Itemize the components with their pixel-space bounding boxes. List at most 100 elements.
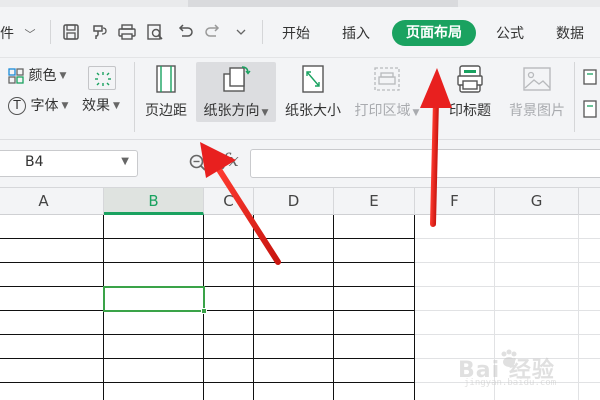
grid-cell[interactable] bbox=[104, 311, 204, 335]
grid-cell[interactable] bbox=[254, 239, 334, 263]
grid-cell[interactable] bbox=[334, 335, 415, 359]
column-header-e[interactable]: E bbox=[334, 188, 415, 215]
grid-cell[interactable] bbox=[0, 239, 104, 263]
margins-button[interactable]: 页边距 bbox=[140, 62, 192, 122]
column-header-a[interactable]: A bbox=[0, 188, 104, 215]
grid-cell[interactable] bbox=[334, 215, 415, 239]
grid-cell[interactable] bbox=[0, 311, 104, 335]
document-tab[interactable] bbox=[188, 0, 458, 7]
grid-cell[interactable] bbox=[254, 311, 334, 335]
window-tab-strip bbox=[0, 0, 600, 7]
grid-cell[interactable] bbox=[579, 263, 600, 287]
grid-cell[interactable] bbox=[495, 311, 579, 335]
grid-cell[interactable] bbox=[204, 215, 254, 239]
grid-cell[interactable] bbox=[415, 239, 495, 263]
print-preview-icon[interactable] bbox=[144, 22, 166, 42]
grid-cell[interactable] bbox=[334, 359, 415, 383]
grid-cell[interactable] bbox=[0, 215, 104, 239]
grid-cell[interactable] bbox=[254, 263, 334, 287]
tab-start[interactable]: 开始 bbox=[282, 24, 310, 44]
grid-cell[interactable] bbox=[204, 335, 254, 359]
column-header-c[interactable]: C bbox=[204, 188, 254, 215]
print-area-button[interactable]: 打印区域 ▼ bbox=[350, 62, 424, 122]
grid-cell[interactable] bbox=[579, 287, 600, 311]
grid-cell[interactable] bbox=[254, 287, 334, 311]
grid-cell[interactable] bbox=[104, 335, 204, 359]
grid-cell[interactable] bbox=[415, 263, 495, 287]
formula-input[interactable] bbox=[250, 149, 600, 178]
zoom-search-icon[interactable] bbox=[188, 153, 208, 173]
tab-insert[interactable]: 插入 bbox=[342, 24, 370, 44]
column-header-d[interactable]: D bbox=[254, 188, 334, 215]
tab-formula[interactable]: 公式 bbox=[496, 24, 524, 44]
grid-cell[interactable] bbox=[495, 215, 579, 239]
grid-cell[interactable] bbox=[204, 263, 254, 287]
name-box[interactable]: B4 ▼ bbox=[0, 150, 138, 177]
grid-cell[interactable] bbox=[204, 383, 254, 400]
grid-cell[interactable] bbox=[254, 383, 334, 400]
grid-cell[interactable] bbox=[0, 383, 104, 400]
grid-cell[interactable] bbox=[104, 359, 204, 383]
redo-icon[interactable] bbox=[202, 22, 224, 42]
grid-cell[interactable] bbox=[495, 239, 579, 263]
selected-cell[interactable] bbox=[103, 286, 205, 312]
tab-page-layout[interactable]: 页面布局 bbox=[392, 20, 476, 46]
grid-cell[interactable] bbox=[204, 359, 254, 383]
save-icon[interactable] bbox=[60, 22, 82, 42]
margins-label: 页边距 bbox=[145, 103, 187, 119]
paper-size-icon bbox=[297, 64, 329, 94]
more-options-icon[interactable] bbox=[580, 66, 600, 92]
quick-access-dropdown-icon[interactable] bbox=[230, 22, 252, 42]
grid-cell[interactable] bbox=[204, 239, 254, 263]
grid-cell[interactable] bbox=[254, 335, 334, 359]
grid-cell[interactable] bbox=[0, 359, 104, 383]
effect-button[interactable]: 效果 ▼ bbox=[82, 96, 120, 116]
color-button[interactable]: 颜色 ▼ bbox=[8, 66, 66, 86]
print-area-label: 打印区域 ▼ bbox=[354, 103, 420, 119]
grid-cell[interactable] bbox=[579, 215, 600, 239]
column-header-f[interactable]: F bbox=[415, 188, 495, 215]
grid-cell[interactable] bbox=[334, 287, 415, 311]
grid-cell[interactable] bbox=[0, 335, 104, 359]
grid-cell[interactable] bbox=[104, 215, 204, 239]
grid-cell[interactable] bbox=[254, 359, 334, 383]
grid-cell[interactable] bbox=[334, 311, 415, 335]
grid-cell[interactable] bbox=[415, 311, 495, 335]
file-menu[interactable]: 件 ﹀ bbox=[0, 24, 35, 44]
page-orientation-icon bbox=[220, 64, 252, 94]
effect-icon-button[interactable] bbox=[88, 66, 118, 92]
orientation-button[interactable]: 纸张方向 ▼ bbox=[196, 62, 276, 122]
paper-size-button[interactable]: 纸张大小 bbox=[280, 62, 346, 122]
grid-cell[interactable] bbox=[0, 263, 104, 287]
background-image-button[interactable]: 背景图片 bbox=[504, 62, 570, 122]
grid-cell[interactable] bbox=[495, 287, 579, 311]
grid-cell[interactable] bbox=[415, 287, 495, 311]
grid-cell[interactable] bbox=[579, 239, 600, 263]
grid-cell[interactable] bbox=[579, 311, 600, 335]
grid-cell[interactable] bbox=[204, 287, 254, 311]
undo-icon[interactable] bbox=[174, 22, 196, 42]
grid-cell[interactable] bbox=[334, 383, 415, 400]
insert-function-icon[interactable]: fx bbox=[222, 150, 239, 171]
grid-cell[interactable] bbox=[334, 263, 415, 287]
fill-handle[interactable] bbox=[201, 308, 207, 314]
grid-cell[interactable] bbox=[415, 215, 495, 239]
grid-cell[interactable] bbox=[104, 263, 204, 287]
grid-cell[interactable] bbox=[204, 311, 254, 335]
column-header-b[interactable]: B bbox=[104, 188, 204, 215]
print-icon[interactable] bbox=[116, 22, 138, 42]
baidu-jingyan-watermark: Bai 经验 jingyan.baidu.com bbox=[440, 342, 590, 392]
print-titles-button[interactable]: 印标题 bbox=[440, 62, 500, 122]
grid-cell[interactable] bbox=[104, 239, 204, 263]
page-setup-icon[interactable] bbox=[580, 98, 600, 122]
format-painter-icon[interactable] bbox=[88, 22, 110, 42]
column-header-g[interactable]: G bbox=[495, 188, 579, 215]
column-header-h[interactable] bbox=[579, 188, 600, 215]
grid-cell[interactable] bbox=[254, 215, 334, 239]
font-theme-button[interactable]: T 字体 ▼ bbox=[8, 96, 68, 116]
grid-cell[interactable] bbox=[495, 263, 579, 287]
grid-cell[interactable] bbox=[334, 239, 415, 263]
tab-data[interactable]: 数据 bbox=[556, 24, 584, 44]
grid-cell[interactable] bbox=[104, 383, 204, 400]
grid-cell[interactable] bbox=[0, 287, 104, 311]
